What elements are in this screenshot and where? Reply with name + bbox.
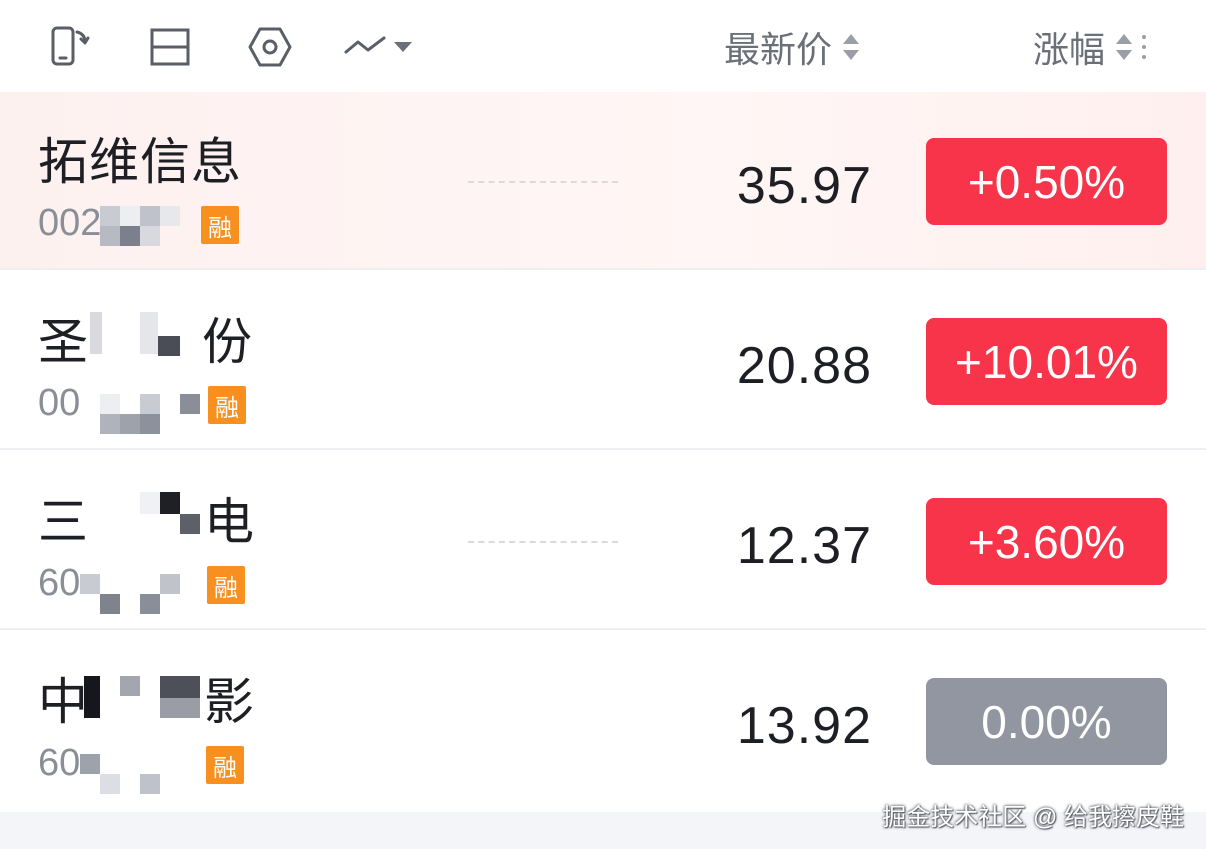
margin-badge: 融 [206, 746, 244, 784]
stock-name-first: 三 [38, 494, 89, 550]
change-badge[interactable]: 0.00% [926, 678, 1167, 765]
stock-name-last: 电 [204, 494, 255, 550]
stock-price: 35.97 [736, 157, 872, 215]
stock-name-first: 中 [38, 674, 89, 730]
stock-name-last: 影 [204, 674, 255, 730]
stock-code: 002 [38, 202, 102, 244]
column-header-change-label: 涨幅 [1033, 29, 1106, 70]
stock-code: 00 [38, 382, 81, 424]
sort-icon [843, 34, 860, 60]
column-header-price-label: 最新价 [724, 29, 833, 70]
caret-down-icon [394, 42, 412, 52]
sparkline [468, 541, 618, 543]
sparkline [468, 181, 618, 183]
stock-name: 拓维信息 [38, 134, 242, 190]
sort-icon [1116, 34, 1133, 60]
more-vert-icon[interactable] [1139, 32, 1149, 62]
margin-badge: 融 [207, 566, 245, 604]
column-header-price[interactable]: 最新价 [724, 22, 860, 72]
margin-badge: 融 [201, 206, 239, 244]
stock-name-first: 圣 [38, 314, 89, 370]
trend-line-icon[interactable] [344, 22, 416, 72]
phone-rotate-icon[interactable] [44, 22, 94, 72]
stock-price: 20.88 [736, 337, 872, 395]
split-layout-icon[interactable] [145, 22, 195, 72]
list-header: 最新价 涨幅 [0, 0, 1206, 92]
stock-row[interactable]: 中 影 60 融 13.92 0.00% [0, 632, 1206, 810]
stock-price: 13.92 [736, 697, 872, 755]
stock-row[interactable]: 拓维信息 002 融 35.97 +0.50% [0, 92, 1206, 270]
stock-code: 60 [38, 742, 81, 784]
column-header-change[interactable]: 涨幅 [1033, 22, 1149, 72]
change-badge[interactable]: +0.50% [926, 138, 1167, 225]
stock-code: 60 [38, 562, 81, 604]
stock-price: 12.37 [736, 517, 872, 575]
margin-badge: 融 [208, 386, 246, 424]
stock-row[interactable]: 圣 份 00 融 20.88 +10.01% [0, 272, 1206, 450]
stock-name-last: 份 [202, 314, 253, 370]
change-badge[interactable]: +3.60% [926, 498, 1167, 585]
hexagon-settings-icon[interactable] [245, 22, 295, 72]
stock-row[interactable]: 三 电 60 融 12.37 +3.60% [0, 452, 1206, 630]
watermark: 掘金技术社区 @ 给我擦皮鞋 [882, 804, 1184, 831]
change-badge[interactable]: +10.01% [926, 318, 1167, 405]
